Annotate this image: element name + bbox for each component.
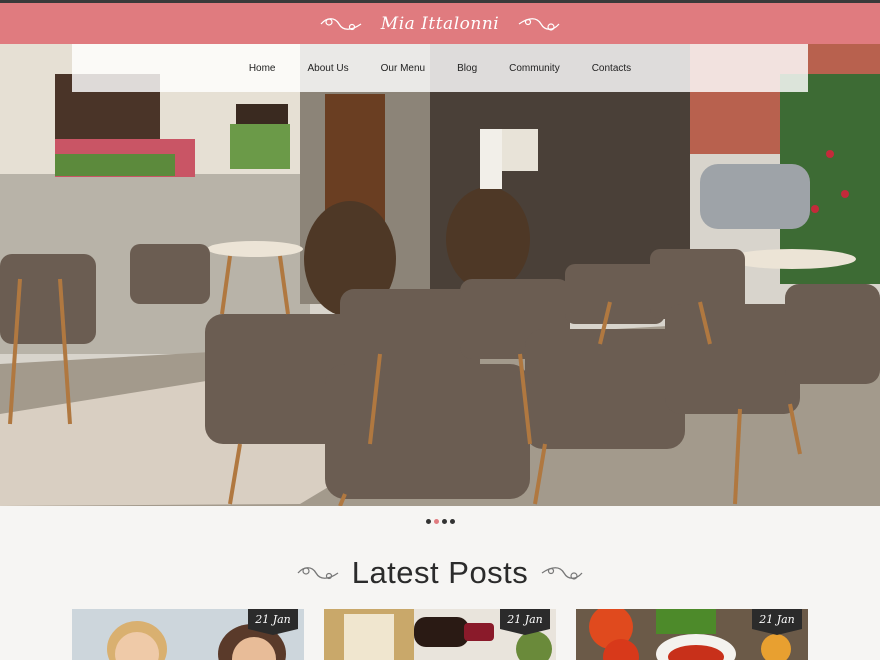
nav-item-contacts[interactable]: Contacts xyxy=(590,59,633,78)
flourish-left-icon xyxy=(320,17,362,30)
slider-pagination xyxy=(0,515,880,527)
post-date: 21 Jan xyxy=(255,613,291,626)
nav-item-community[interactable]: Community xyxy=(507,59,562,78)
post-card[interactable]: 21 Jan xyxy=(72,609,304,660)
flourish-right-icon xyxy=(518,17,560,31)
site-header: Mia Ittalonni xyxy=(0,3,880,44)
latest-posts-heading: Latest Posts xyxy=(0,553,880,593)
slider-dot[interactable] xyxy=(441,518,447,524)
flourish-right-icon xyxy=(541,567,583,580)
date-badge: 21 Jan xyxy=(248,609,298,635)
date-badge: 21 Jan xyxy=(500,609,550,635)
hero-slider-image xyxy=(0,44,880,506)
flourish-left-icon xyxy=(297,567,339,580)
slider-dot[interactable] xyxy=(425,518,431,524)
site-logo-text[interactable]: Mia Ittalonni xyxy=(381,14,499,34)
post-card[interactable]: 21 Jan xyxy=(324,609,556,660)
slider-dot-active[interactable] xyxy=(433,518,439,524)
nav-item-home[interactable]: Home xyxy=(247,59,278,78)
main-navigation: Home About Us Our Menu Blog Community Co… xyxy=(72,44,808,92)
date-badge: 21 Jan xyxy=(752,609,802,635)
slider-dot[interactable] xyxy=(449,518,455,524)
post-date: 21 Jan xyxy=(759,613,795,626)
post-date: 21 Jan xyxy=(507,613,543,626)
nav-item-about-us[interactable]: About Us xyxy=(306,59,351,78)
post-card[interactable]: 21 Jan xyxy=(576,609,808,660)
nav-item-blog[interactable]: Blog xyxy=(455,59,479,78)
section-title: Latest Posts xyxy=(351,555,529,590)
nav-item-our-menu[interactable]: Our Menu xyxy=(379,59,427,78)
